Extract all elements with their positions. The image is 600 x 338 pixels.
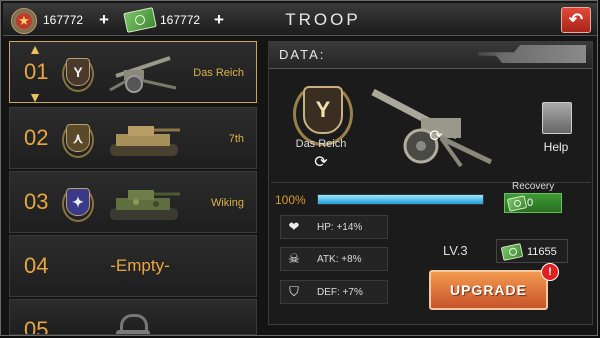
change-unit-refresh-icon[interactable]: ⟳: [427, 128, 445, 146]
division-emblem-icon: ✦: [62, 186, 94, 222]
cash-amount: 167772: [160, 13, 201, 27]
division-name: Wiking: [210, 197, 244, 209]
slot-number: 03: [24, 189, 49, 214]
help-label: Help: [543, 140, 569, 154]
data-header: DATA:: [269, 42, 592, 69]
move-up-arrow-icon[interactable]: ▲: [24, 42, 46, 56]
help-book-icon: [542, 102, 572, 134]
slot-number: 04: [24, 253, 49, 278]
troop-slot[interactable]: 04 -Empty-: [9, 235, 257, 297]
medal-amount: 167772: [43, 13, 84, 27]
howitzer-icon: [371, 88, 493, 168]
shield-icon: ⛉: [289, 284, 299, 299]
def-stat: ⛉ DEF: +7%: [280, 280, 388, 304]
skull-icon: ☠: [288, 251, 300, 266]
slot-number: 01: [24, 59, 49, 84]
upgrade-cost-value: 11655: [527, 246, 557, 258]
page-title: TROOP: [285, 10, 361, 29]
move-down-arrow-icon[interactable]: ▼: [24, 90, 46, 104]
data-title: DATA:: [279, 47, 326, 62]
cash-icon: [123, 7, 157, 33]
division-name: Das Reich: [193, 67, 244, 79]
recovery-cost: 0: [527, 197, 534, 209]
stat-label: DEF: +7%: [317, 287, 363, 298]
alert-badge-icon: !: [541, 263, 559, 281]
troop-slot-locked[interactable]: 05: [9, 299, 257, 335]
help-button[interactable]: Help: [539, 102, 573, 154]
change-division-refresh-icon[interactable]: ⟳: [312, 154, 330, 172]
upgrade-cost: 11655: [496, 239, 568, 263]
division-name: Das Reich: [295, 138, 347, 150]
stat-label: HP: +14%: [317, 222, 363, 233]
medal-icon: ★: [11, 8, 37, 34]
recovery-label: Recovery: [512, 181, 555, 192]
troop-slot[interactable]: 03 ✦ Wiking: [9, 171, 257, 233]
stat-label: ATK: +8%: [317, 254, 362, 265]
cash-icon: [500, 243, 524, 261]
health-bar: [317, 194, 484, 205]
health-percent: 100%: [275, 193, 306, 207]
header-decoration: [478, 45, 586, 63]
back-button[interactable]: ↶: [561, 7, 591, 33]
upgrade-button[interactable]: UPGRADE: [429, 270, 548, 310]
unit-level: LV.3: [443, 243, 468, 258]
add-medals-button[interactable]: +: [99, 10, 109, 30]
tank-icon: [110, 126, 180, 156]
back-icon: ↶: [568, 10, 584, 29]
division-emblem-icon: Y: [291, 82, 353, 146]
game-frame: ★ 167772 + 167772 + TROOP ↶ ▲ 01 ▼ Y Das…: [0, 0, 598, 336]
cash-icon: [506, 195, 528, 212]
atk-stat: ☠ ATK: +8%: [280, 247, 388, 271]
add-cash-button[interactable]: +: [214, 10, 224, 30]
slot-number: 02: [24, 125, 49, 150]
health-bar-fill: [318, 195, 483, 204]
howitzer-icon: [109, 56, 177, 93]
tank-icon: [110, 190, 180, 220]
slot-number: 05: [24, 317, 49, 335]
division-emblem-icon: ⋏: [62, 122, 94, 158]
empty-slot-label: -Empty-: [110, 256, 170, 275]
data-panel: DATA: Y Das Reich ⟳ ⟳ Help 100% Recovery: [268, 41, 593, 325]
hp-stat: ❤ HP: +14%: [280, 215, 388, 239]
division-emblem-icon: Y: [62, 56, 94, 92]
troop-slot[interactable]: ▲ 01 ▼ Y Das Reich: [9, 41, 257, 104]
division-name: 7th: [228, 133, 244, 145]
heart-icon: ❤: [288, 219, 300, 234]
troop-slot[interactable]: 02 ⋏ 7th: [9, 107, 257, 169]
recovery-button[interactable]: 0: [504, 193, 562, 213]
top-bar: ★ 167772 + 167772 + TROOP ↶: [3, 3, 597, 36]
